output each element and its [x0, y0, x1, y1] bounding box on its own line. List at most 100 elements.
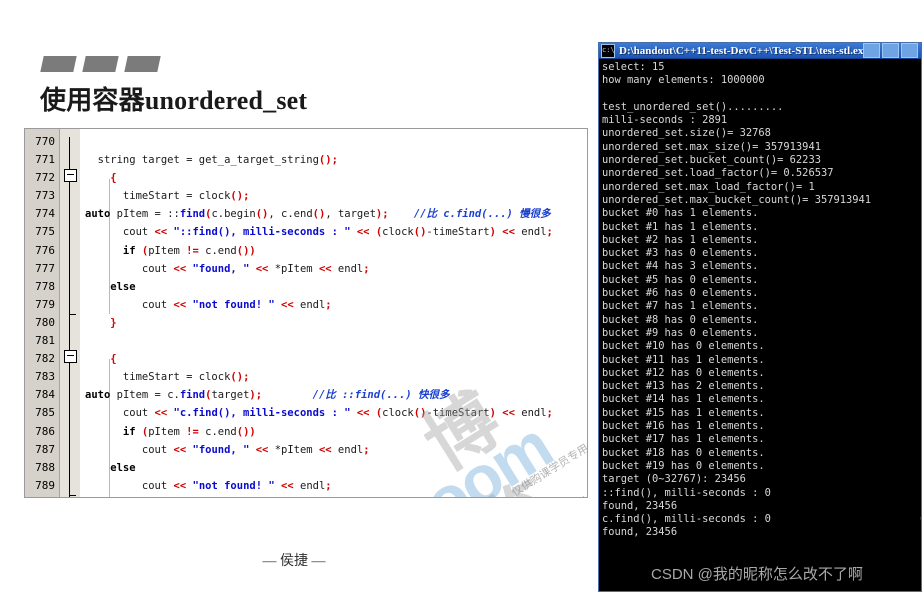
code-line-source: if (pItem != c.end()): [85, 425, 256, 438]
code-line-number: 786: [35, 424, 55, 438]
console-line: bucket #5 has 0 elements.: [602, 273, 759, 286]
console-line: bucket #12 has 0 elements.: [602, 366, 765, 379]
console-line: found, 23456: [602, 499, 678, 512]
code-line[interactable]: 771 string target = get_a_target_string(…: [25, 151, 587, 169]
code-line[interactable]: 770: [25, 133, 587, 151]
console-line: how many elements: 1000000: [602, 74, 765, 87]
code-line[interactable]: 784 auto pItem = c.find(target); //比 ::fi…: [25, 386, 587, 404]
code-line-source: [85, 133, 91, 151]
code-line-number: 775: [35, 225, 55, 239]
code-line-source: [85, 332, 91, 350]
code-line[interactable]: 777 cout << "found, " << *pItem << endl;: [25, 260, 587, 278]
page-title: 使用容器unordered_set: [40, 80, 580, 117]
code-line[interactable]: 783 timeStart = clock();: [25, 368, 587, 386]
console-watermark: CSDN @我的昵称怎么改不了啊: [651, 566, 863, 583]
code-line-number: 774: [35, 207, 55, 221]
code-line-number: 785: [35, 406, 55, 420]
console-line: unordered_set.load_factor()= 0.526537: [602, 167, 834, 180]
code-line-number: 776: [35, 243, 55, 257]
code-line-number: 783: [35, 370, 55, 384]
code-line[interactable]: 779 cout << "not found! " << endl;: [25, 296, 587, 314]
console-titlebar[interactable]: c:\ D:\handout\C++11-test-DevC++\Test-ST…: [599, 43, 921, 59]
console-line: found, 23456: [602, 526, 678, 539]
console-line: bucket #6 has 0 elements.: [602, 287, 759, 300]
code-line[interactable]: 786 if (pItem != c.end()): [25, 423, 587, 441]
console-line: bucket #11 has 1 elements.: [602, 353, 765, 366]
code-line-source: timeStart = clock();: [85, 190, 250, 203]
code-line-source: else: [85, 280, 136, 293]
slide-footer-author: — 侯捷 —: [262, 554, 326, 569]
decoration-bar-1: [40, 56, 77, 72]
code-line-source: cout << "found, " << *pItem << endl;: [85, 443, 370, 456]
code-line-number: 781: [35, 334, 55, 348]
code-line-number: 787: [35, 442, 55, 456]
code-line[interactable]: 790 }: [25, 495, 587, 498]
window-controls[interactable]: [863, 43, 918, 58]
code-line[interactable]: 789 cout << "not found! " << endl;: [25, 477, 587, 495]
console-output-area[interactable]: select: 15 how many elements: 1000000 tes…: [599, 59, 921, 591]
console-line: bucket #13 has 2 elements.: [602, 380, 765, 393]
console-output-text: select: 15 how many elements: 1000000 tes…: [602, 61, 921, 540]
console-line: c.find(), milli-seconds : 0: [602, 513, 771, 526]
console-window-title: D:\handout\C++11-test-DevC++\Test-STL\te…: [619, 44, 863, 57]
code-line-number: 771: [35, 153, 55, 167]
maximize-button[interactable]: [882, 43, 899, 58]
code-line-number: 770: [35, 135, 55, 148]
console-line: bucket #1 has 1 elements.: [602, 220, 759, 233]
slide-canvas: 使用容器unordered_set 770 771 string target …: [0, 0, 600, 594]
code-line-number: 772: [35, 171, 55, 185]
code-line[interactable]: 773 timeStart = clock();: [25, 187, 587, 205]
console-line: unordered_set.max_size()= 357913941: [602, 140, 821, 153]
code-line[interactable]: 774 auto pItem = ::find(c.begin(), c.end(…: [25, 205, 587, 223]
console-line: bucket #10 has 0 elements.: [602, 340, 765, 353]
console-line: bucket #14 has 1 elements.: [602, 393, 765, 406]
page-title-cn: 使用容器: [40, 86, 145, 115]
console-line: unordered_set.max_bucket_count()= 357913…: [602, 193, 871, 206]
console-window[interactable]: c:\ D:\handout\C++11-test-DevC++\Test-ST…: [598, 42, 922, 592]
code-line-number: 777: [35, 261, 55, 275]
console-line: test_unordered_set().........: [602, 100, 784, 113]
code-line[interactable]: 780 }: [25, 314, 587, 332]
code-line-source: }: [85, 316, 117, 329]
code-editor-panel: 770 771 string target = get_a_target_str…: [24, 128, 588, 498]
console-line: bucket #9 has 0 elements.: [602, 326, 759, 339]
code-line-source: if (pItem != c.end()): [85, 244, 256, 257]
code-line-source: cout << "not found! " << endl;: [85, 479, 332, 492]
console-line: bucket #15 has 1 elements.: [602, 406, 765, 419]
code-line-source: {: [85, 172, 117, 185]
code-line-source: cout << "found, " << *pItem << endl;: [85, 262, 370, 275]
code-line-source: else: [85, 461, 136, 474]
code-line-number: 782: [35, 352, 55, 366]
code-line-number: 790: [25, 495, 55, 498]
code-line[interactable]: 775 cout << "::find(), milli-seconds : "…: [25, 223, 587, 241]
code-line[interactable]: 782 {: [25, 350, 587, 368]
code-line-source: string target = get_a_target_string();: [85, 154, 338, 167]
console-line: bucket #2 has 1 elements.: [602, 233, 759, 246]
minimize-button[interactable]: [863, 43, 880, 58]
edge-artifact: ≈: [920, 514, 921, 528]
console-line: bucket #4 has 3 elements.: [602, 260, 759, 273]
console-line: select: 15: [602, 61, 665, 73]
code-lines[interactable]: 770 771 string target = get_a_target_str…: [25, 133, 587, 498]
decoration-bar-2: [82, 56, 119, 72]
decoration-bars: [40, 56, 161, 72]
console-line: bucket #16 has 1 elements.: [602, 420, 765, 433]
code-line-source: timeStart = clock();: [85, 371, 250, 384]
console-cmd-icon: c:\: [601, 43, 615, 58]
console-line: bucket #3 has 0 elements.: [602, 247, 759, 260]
console-line: bucket #17 has 1 elements.: [602, 433, 765, 446]
code-line[interactable]: 788 else: [25, 459, 587, 477]
console-line: target (0~32767): 23456: [602, 473, 746, 486]
page-title-en: unordered_set: [144, 86, 308, 115]
code-line[interactable]: 781: [25, 332, 587, 350]
code-line-number: 789: [35, 478, 55, 492]
code-line[interactable]: 772 {: [25, 169, 587, 187]
code-line[interactable]: 785 cout << "c.find(), milli-seconds : "…: [25, 404, 587, 422]
code-line-source: {: [85, 353, 117, 366]
code-line[interactable]: 787 cout << "found, " << *pItem << endl;: [25, 441, 587, 459]
close-button[interactable]: [901, 43, 918, 58]
code-line[interactable]: 776 if (pItem != c.end()): [25, 242, 587, 260]
code-line[interactable]: 778 else: [25, 278, 587, 296]
console-line: bucket #7 has 1 elements.: [602, 300, 759, 313]
code-line-number: 784: [35, 388, 55, 402]
